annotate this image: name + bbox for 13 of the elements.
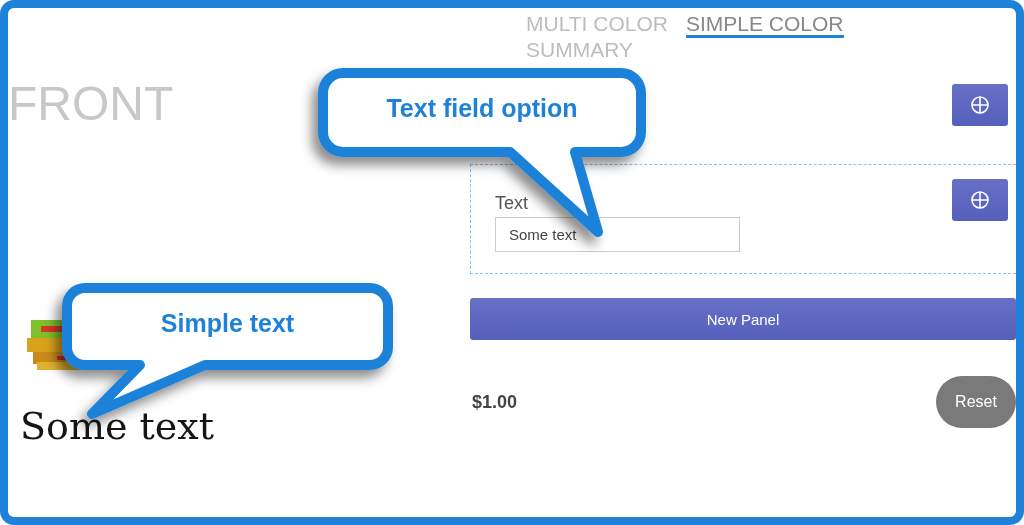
field-label: Text xyxy=(495,192,529,215)
add-button[interactable] xyxy=(952,179,1008,221)
reset-button[interactable]: Reset xyxy=(936,376,1016,428)
preview-text: Some text xyxy=(20,403,214,450)
add-button[interactable] xyxy=(952,84,1008,126)
price: $1.00 xyxy=(472,391,518,413)
callout-text: Text field option xyxy=(385,93,579,124)
add-icon xyxy=(970,95,990,115)
text-input[interactable]: Some text xyxy=(495,217,740,252)
callout-text: Simple text xyxy=(159,308,296,339)
tab[interactable]: SIMPLE COLOR xyxy=(685,12,844,38)
new-panel-button[interactable]: New Panel xyxy=(470,298,1016,340)
add-icon xyxy=(970,190,990,210)
